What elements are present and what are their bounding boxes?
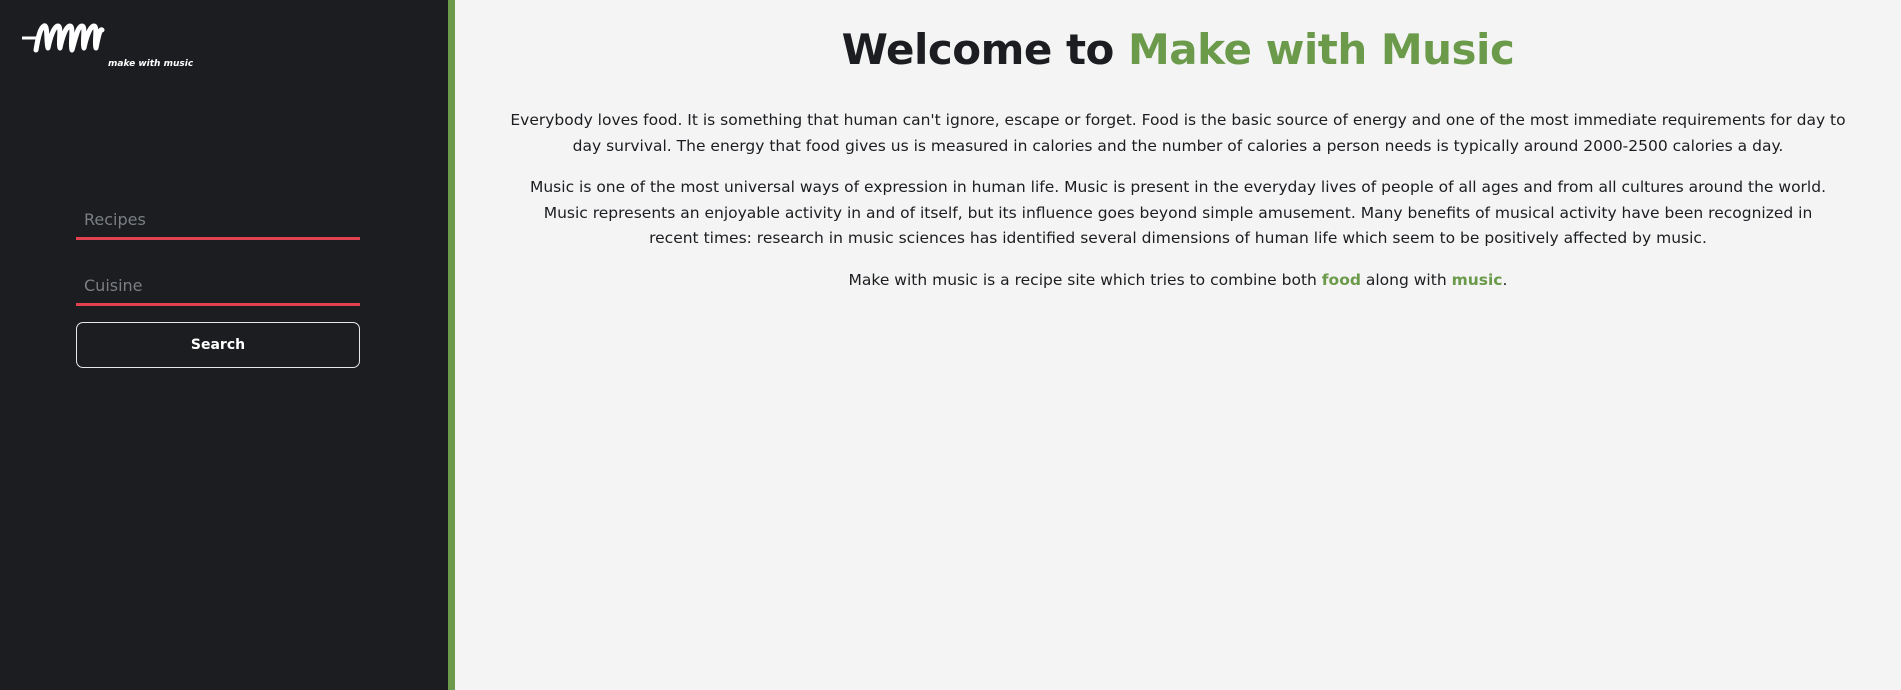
search-button[interactable]: Search <box>76 322 360 368</box>
summary-food-highlight: food <box>1321 270 1361 289</box>
title-accent: Make with Music <box>1128 25 1515 74</box>
summary-text-end: . <box>1502 270 1508 289</box>
logo-tagline: make with music <box>108 59 194 69</box>
title-prefix: Welcome to <box>841 25 1115 74</box>
main-content: Welcome to Make with Music Everybody lov… <box>455 0 1901 690</box>
summary-text-start: Make with music is a recipe site which t… <box>848 270 1317 289</box>
search-form: Search <box>76 200 360 368</box>
recipes-input[interactable] <box>76 200 360 240</box>
sidebar: make with music Search <box>0 0 455 690</box>
summary-music-highlight: music <box>1451 270 1503 289</box>
logo-mark-icon <box>22 23 105 53</box>
intro-paragraph-music: Music is one of the most universal ways … <box>529 178 1827 247</box>
intro-paragraph-food: Everybody loves food. It is something th… <box>510 111 1846 155</box>
summary-text-middle: along with <box>1365 270 1447 289</box>
page-title: Welcome to Make with Music <box>455 24 1901 76</box>
cuisine-input[interactable] <box>76 266 360 306</box>
logo[interactable]: make with music <box>22 20 193 72</box>
intro-paragraph-summary: Make with music is a recipe site which t… <box>508 268 1848 294</box>
